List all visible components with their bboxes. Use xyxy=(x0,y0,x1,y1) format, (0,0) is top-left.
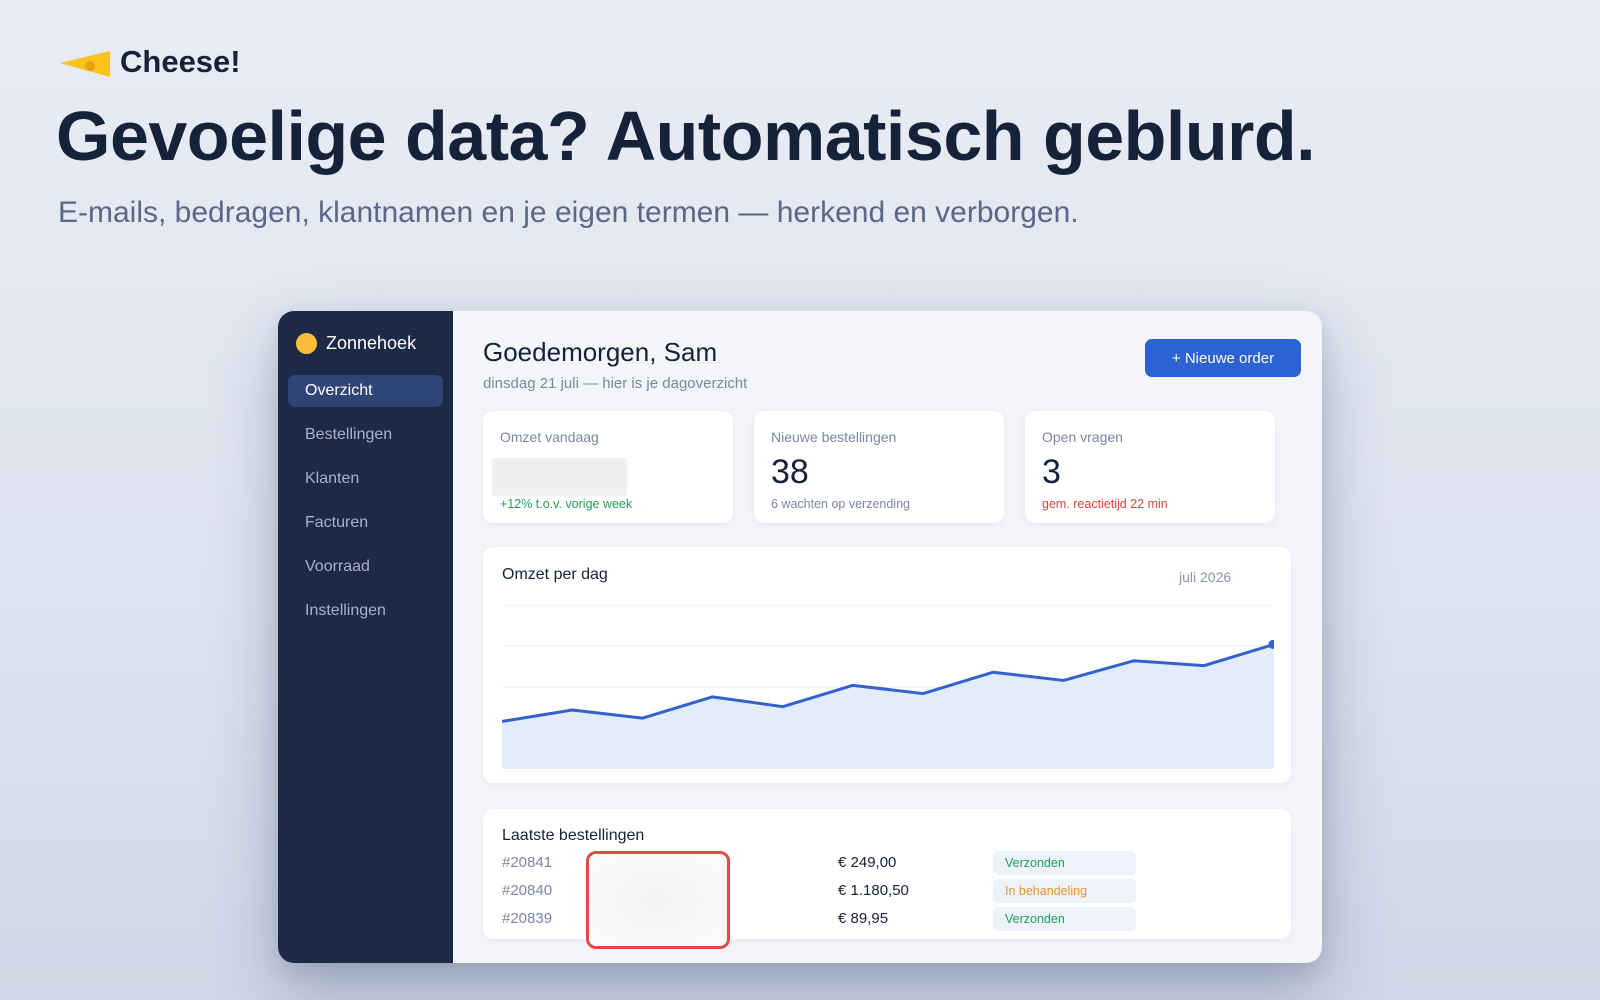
blurred-customer-names xyxy=(586,851,730,949)
stat-label: Nieuwe bestellingen xyxy=(771,429,897,445)
stat-label: Open vragen xyxy=(1042,429,1123,445)
status-badge: Verzonden xyxy=(993,907,1136,931)
sidebar-item-voorraad[interactable]: Voorraad xyxy=(288,551,443,583)
chart-title: Omzet per dag xyxy=(502,566,608,583)
order-id: #20839 xyxy=(502,910,553,927)
stat-label: Omzet vandaag xyxy=(500,429,599,445)
sidebar-item-facturen[interactable]: Facturen xyxy=(288,507,443,539)
order-amount: € 1.180,50 xyxy=(838,882,909,899)
cheese-wedge-icon xyxy=(60,51,110,77)
blurred-value xyxy=(492,458,627,496)
date-subtitle: dinsdag 21 juli — hier is je dagoverzich… xyxy=(483,375,748,392)
order-amount: € 249,00 xyxy=(838,854,897,871)
workspace-name: Zonnehoek xyxy=(326,333,417,353)
stat-card-bestellingen: Nieuwe bestellingen 38 6 wachten op verz… xyxy=(754,411,1004,523)
stat-note: 6 wachten op verzending xyxy=(771,497,910,511)
sidebar-item-overzicht[interactable]: Overzicht xyxy=(288,375,443,407)
status-badge: Verzonden xyxy=(993,851,1136,875)
orders-card: Laatste bestellingen #20841 € 249,00 Ver… xyxy=(483,809,1291,949)
workspace: Zonnehoek xyxy=(278,333,453,354)
chart-card: Omzet per dag juli 2026 xyxy=(483,547,1291,783)
new-order-button[interactable]: + Nieuwe order xyxy=(1145,339,1301,377)
stat-card-vragen: Open vragen 3 gem. reactietijd 22 min xyxy=(1025,411,1275,523)
revenue-chart xyxy=(502,605,1274,769)
order-id: #20840 xyxy=(502,882,553,899)
workspace-logo-icon xyxy=(296,333,317,354)
stat-note: gem. reactietijd 22 min xyxy=(1042,497,1168,511)
stat-note: +12% t.o.v. vorige week xyxy=(500,497,633,511)
headline: Gevoelige data? Automatisch geblurd. xyxy=(56,97,1316,175)
brand: Cheese! xyxy=(58,44,241,80)
order-id: #20841 xyxy=(502,854,553,871)
status-badge: In behandeling xyxy=(993,879,1136,903)
app-window: Zonnehoek Overzicht Bestellingen Klanten… xyxy=(278,311,1322,963)
stat-value: 38 xyxy=(771,453,809,491)
stat-value: 3 xyxy=(1042,453,1061,491)
sidebar-item-bestellingen[interactable]: Bestellingen xyxy=(288,419,443,451)
sidebar: Zonnehoek Overzicht Bestellingen Klanten… xyxy=(278,311,453,963)
subline: E-mails, bedragen, klantnamen en je eige… xyxy=(58,196,1079,229)
stat-card-omzet: Omzet vandaag +12% t.o.v. vorige week xyxy=(483,411,733,523)
orders-title: Laatste bestellingen xyxy=(502,827,645,844)
brand-name: Cheese! xyxy=(120,44,241,79)
chart-period: juli 2026 xyxy=(1179,569,1232,585)
main-content: Goedemorgen, Sam dinsdag 21 juli — hier … xyxy=(453,311,1322,963)
page-title: Goedemorgen, Sam xyxy=(483,337,718,367)
order-amount: € 89,95 xyxy=(838,910,889,927)
sidebar-item-instellingen[interactable]: Instellingen xyxy=(288,595,443,627)
sidebar-item-klanten[interactable]: Klanten xyxy=(288,463,443,495)
